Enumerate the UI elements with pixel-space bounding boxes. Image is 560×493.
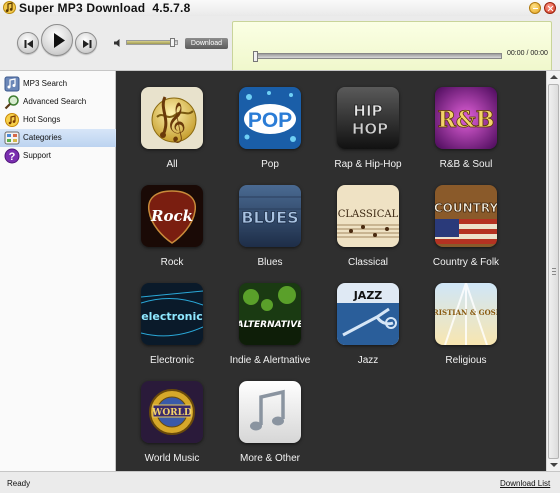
category-classical-art: CLASSICAL xyxy=(337,185,399,247)
categories-panel: 𝄞 All POP Pop HIP HOP Rap & Hip-Hop R&B … xyxy=(116,70,546,471)
category-art-text: CLASSICAL xyxy=(338,209,399,220)
hot-songs-icon xyxy=(5,113,19,127)
category-art-text: R&B xyxy=(438,107,495,133)
title-bar[interactable]: Super MP3 Download 4.5.7.8 xyxy=(0,0,560,16)
category-rap-hip-hop-art: HIP HOP xyxy=(337,87,399,149)
sidebar-item-categories[interactable]: Categories xyxy=(0,129,116,147)
close-icon[interactable] xyxy=(544,2,556,14)
volume-level xyxy=(127,41,175,44)
category-religious[interactable]: CHRISTIAN & GOSPEL Religious xyxy=(416,269,516,366)
category-world-music-art: WORLD xyxy=(141,381,203,443)
volume-icon[interactable] xyxy=(113,38,123,48)
category-indie-alternative-art: ALTERNATIVE xyxy=(239,283,301,345)
category-electronic[interactable]: electronic Electronic xyxy=(122,269,222,366)
scroll-thumb[interactable] xyxy=(548,84,559,459)
sidebar-item-mp3-search[interactable]: MP3 Search xyxy=(0,75,116,93)
svg-text:HOP: HOP xyxy=(352,120,388,138)
window-title: Super MP3 Download 4.5.7.8 xyxy=(19,1,191,15)
music-search-icon xyxy=(4,76,20,92)
category-label: Country & Folk xyxy=(432,257,500,268)
category-country-folk-art: COUNTRY xyxy=(435,185,497,247)
app-icon xyxy=(3,1,16,14)
category-art-text: CHRISTIAN & GOSPEL xyxy=(435,308,497,317)
category-blues[interactable]: BLUES Blues xyxy=(220,171,320,268)
category-electronic-art: electronic xyxy=(141,283,203,345)
svg-text:HIP: HIP xyxy=(353,102,382,120)
category-rock-art: Rock xyxy=(141,185,203,247)
category-pop-art: POP xyxy=(239,87,301,149)
category-all-art: 𝄞 xyxy=(141,87,203,149)
category-rnb-soul-art: R&B xyxy=(435,87,497,149)
category-art-text: BLUES xyxy=(241,208,298,227)
category-jazz-art: JAZZ xyxy=(337,283,399,345)
sidebar-item-label: Advanced Search xyxy=(23,97,87,106)
volume-slider[interactable] xyxy=(126,38,178,47)
category-world-music[interactable]: WORLD World Music xyxy=(122,367,222,464)
category-art-text: ALTERNATIVE xyxy=(239,320,301,330)
next-button[interactable] xyxy=(75,32,97,54)
svg-text:𝄞: 𝄞 xyxy=(166,102,186,143)
svg-text:?: ? xyxy=(9,151,16,163)
sidebar: MP3 Search Advanced Search Hot Songs Cat… xyxy=(0,70,116,471)
category-rnb-soul[interactable]: R&B R&B & Soul xyxy=(416,73,516,170)
category-label: Religious xyxy=(445,355,487,366)
sidebar-item-label: MP3 Search xyxy=(23,79,68,88)
download-list-link[interactable]: Download List xyxy=(500,479,550,488)
status-text: Ready xyxy=(7,479,31,488)
grip-icon xyxy=(552,268,556,275)
scroll-down-icon[interactable] xyxy=(550,463,558,467)
sidebar-item-label: Support xyxy=(23,151,52,160)
play-icon xyxy=(54,33,65,48)
sidebar-item-label: Categories xyxy=(23,133,62,142)
next-icon xyxy=(83,40,92,48)
category-religious-art: CHRISTIAN & GOSPEL xyxy=(435,283,497,345)
seek-bar[interactable] xyxy=(253,51,502,62)
categories-icon xyxy=(4,131,20,145)
category-pop[interactable]: POP Pop xyxy=(220,73,320,170)
category-label: R&B & Soul xyxy=(439,159,493,170)
category-art-text: COUNTRY xyxy=(435,201,497,215)
minimize-icon[interactable] xyxy=(529,2,541,14)
previous-icon xyxy=(24,40,33,48)
magnifier-icon xyxy=(4,95,19,110)
vertical-scrollbar[interactable] xyxy=(546,70,560,471)
category-art-text: Rock xyxy=(150,207,193,225)
category-art-text: WORLD xyxy=(151,408,192,418)
category-label: More & Other xyxy=(239,453,301,464)
player-bar: Download 00:00 / 00:00 xyxy=(0,16,560,80)
category-classical[interactable]: CLASSICAL Classical xyxy=(318,171,418,268)
download-button[interactable]: Download xyxy=(185,38,228,49)
category-art-text: JAZZ xyxy=(353,289,383,302)
help-icon: ? xyxy=(4,148,20,164)
sidebar-item-support[interactable]: ? Support xyxy=(0,147,116,165)
category-indie-alternative[interactable]: ALTERNATIVE Indie & Alertnative xyxy=(220,269,320,366)
sidebar-item-hot-songs[interactable]: Hot Songs xyxy=(0,111,116,129)
seek-knob[interactable] xyxy=(253,51,258,62)
category-jazz[interactable]: JAZZ Jazz xyxy=(318,269,418,366)
scroll-up-icon[interactable] xyxy=(550,75,558,79)
category-art-text: electronic xyxy=(141,310,203,323)
volume-knob[interactable] xyxy=(170,38,175,47)
category-blues-art: BLUES xyxy=(239,185,301,247)
status-bar: Ready Download List xyxy=(0,471,560,493)
play-button[interactable] xyxy=(41,24,73,56)
sidebar-item-label: Hot Songs xyxy=(23,115,61,124)
time-readout: 00:00 / 00:00 xyxy=(507,50,548,57)
category-more-other-art xyxy=(239,381,301,443)
category-more-other[interactable]: More & Other xyxy=(220,367,320,464)
category-all[interactable]: 𝄞 All xyxy=(122,73,222,170)
category-rock[interactable]: Rock Rock xyxy=(122,171,222,268)
category-art-text: POP xyxy=(248,109,292,132)
category-rap-hip-hop[interactable]: HIP HOP Rap & Hip-Hop xyxy=(318,73,418,170)
category-country-folk[interactable]: COUNTRY Country & Folk xyxy=(416,171,516,268)
sidebar-item-advanced-search[interactable]: Advanced Search xyxy=(0,93,116,111)
previous-button[interactable] xyxy=(17,32,39,54)
